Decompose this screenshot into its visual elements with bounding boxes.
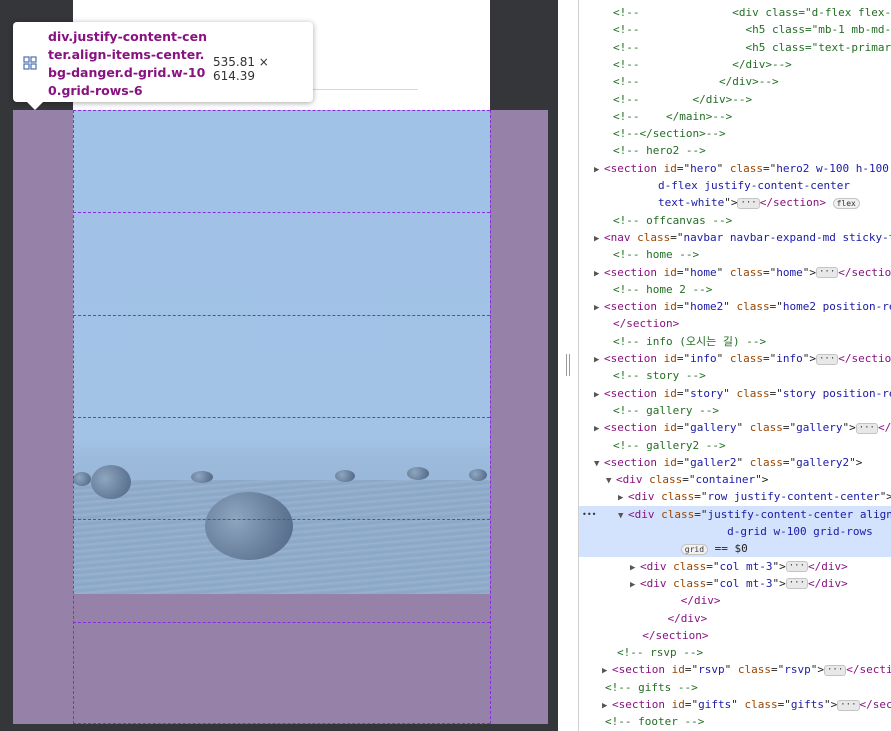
grid-icon bbox=[23, 56, 37, 70]
dom-tree-row[interactable]: <!-- story --> bbox=[579, 367, 891, 384]
dom-tree-row[interactable]: <!-- </main>--> bbox=[579, 108, 891, 125]
grid-line-horizontal bbox=[73, 110, 490, 111]
grid-line-horizontal bbox=[73, 622, 490, 623]
dom-tree-row[interactable]: <!--</section>--> bbox=[579, 125, 891, 142]
hay-bale bbox=[91, 465, 131, 499]
dom-tree-row[interactable]: <!-- gifts --> bbox=[579, 679, 891, 696]
dom-tree-row[interactable]: </section> bbox=[579, 315, 891, 332]
expand-arrow-right-icon[interactable]: ▶ bbox=[630, 560, 640, 575]
dom-tree-row[interactable]: <!-- info (오시는 길) --> bbox=[579, 333, 891, 350]
dom-tree-row[interactable]: ▶ <section id="info" class="info"> ··· </se… bbox=[579, 350, 891, 367]
dom-tree-row[interactable]: text-white"> ··· </section> flex bbox=[579, 194, 891, 211]
hay-bale bbox=[205, 492, 293, 560]
dom-tree-row[interactable]: </section> bbox=[579, 627, 891, 644]
grid-line-horizontal bbox=[73, 315, 490, 316]
expand-arrow-right-icon[interactable]: ▶ bbox=[618, 490, 628, 505]
expand-arrow-right-icon[interactable]: ▶ bbox=[602, 663, 612, 678]
dom-tree-row[interactable]: <!-- <h5 class="text-primar bbox=[579, 39, 891, 56]
expand-arrow-right-icon[interactable]: ▶ bbox=[594, 421, 604, 436]
expand-arrow-right-icon[interactable]: ▶ bbox=[594, 162, 604, 177]
dom-tree-row[interactable]: <!-- </div>--> bbox=[579, 56, 891, 73]
dom-tree-row[interactable]: grid == $0 bbox=[579, 540, 891, 558]
dom-tree-row[interactable]: </div> bbox=[579, 592, 891, 609]
dom-tree-row[interactable]: ▶ <div class="row justify-content-center"… bbox=[579, 488, 891, 505]
hay-bale bbox=[407, 467, 429, 480]
page-viewport: div.justify-content-center.align-items-c… bbox=[0, 0, 558, 731]
dom-tree-row[interactable]: <!-- footer --> bbox=[579, 713, 891, 730]
panel-splitter[interactable] bbox=[558, 0, 579, 731]
dom-tree-row[interactable]: ▶ <div class="col mt-3"> ··· </div> bbox=[579, 558, 891, 575]
dom-tree-row[interactable]: ▶ <nav class="navbar navbar-expand-md sti… bbox=[579, 229, 891, 246]
elements-panel[interactable]: <!-- <div class="d-flex flex-col <!-- <h5… bbox=[579, 0, 891, 731]
dom-tree-row[interactable]: d-grid w-100 grid-rows bbox=[579, 523, 891, 540]
expand-arrow-down-icon[interactable]: ▼ bbox=[606, 473, 616, 488]
hay-bale bbox=[469, 469, 487, 481]
dom-tree-row[interactable]: ▶ <section id="hero" class="hero2 w-100 h… bbox=[579, 160, 891, 177]
expand-arrow-right-icon[interactable]: ▶ bbox=[594, 300, 604, 315]
expand-arrow-right-icon[interactable]: ▶ bbox=[602, 698, 612, 713]
dom-tree-row[interactable]: <!-- home 2 --> bbox=[579, 281, 891, 298]
hay-bale bbox=[73, 472, 91, 486]
expand-arrow-down-icon[interactable]: ▼ bbox=[594, 456, 604, 471]
divider bbox=[303, 89, 418, 90]
dom-tree-row[interactable]: ▶ <section id="gallery" class="gallery"> ·… bbox=[579, 419, 891, 436]
dom-tree-row[interactable]: ▶ <section id="home" class="home"> ··· </se… bbox=[579, 264, 891, 281]
inspect-tooltip: div.justify-content-center.align-items-c… bbox=[13, 22, 313, 110]
expand-arrow-right-icon[interactable]: ▶ bbox=[594, 266, 604, 281]
dom-tree-row[interactable]: <!-- gallery --> bbox=[579, 402, 891, 419]
hay-bale bbox=[335, 470, 355, 482]
grid-line-horizontal bbox=[73, 723, 490, 724]
dom-tree-row[interactable]: ▶ <section id="story" class="story positi… bbox=[579, 385, 891, 402]
dom-tree-row[interactable]: d-flex justify-content-center bbox=[579, 177, 891, 194]
dom-tree-row[interactable]: <!-- <div class="d-flex flex-col bbox=[579, 4, 891, 21]
dom-tree-row[interactable]: ▶ <div class="col mt-3"> ··· </div> bbox=[579, 575, 891, 592]
expand-arrow-right-icon[interactable]: ▶ bbox=[594, 352, 604, 367]
hay-bale bbox=[191, 471, 213, 483]
grid-line-vertical bbox=[490, 110, 491, 724]
hay-field-photo bbox=[73, 110, 490, 594]
dom-tree-row[interactable]: <!-- </div>--> bbox=[579, 91, 891, 108]
expand-arrow-right-icon[interactable]: ▶ bbox=[594, 231, 604, 246]
grid-highlight-overlay bbox=[13, 110, 548, 724]
grid-line-horizontal bbox=[73, 212, 490, 213]
expand-arrow-down-icon[interactable]: ▼ bbox=[618, 508, 628, 523]
dom-tree-row[interactable]: ▶ <section id="gifts" class="gifts"> ··· </… bbox=[579, 696, 891, 713]
grid-line-horizontal bbox=[73, 519, 490, 520]
expand-arrow-right-icon[interactable]: ▶ bbox=[594, 387, 604, 402]
dom-tree-row[interactable]: <!-- offcanvas --> bbox=[579, 212, 891, 229]
dom-tree-row[interactable]: <!-- </div>--> bbox=[579, 73, 891, 90]
tooltip-dimensions: 535.81 × 614.39 bbox=[213, 55, 269, 83]
expand-arrow-right-icon[interactable]: ▶ bbox=[630, 577, 640, 592]
dom-tree-row[interactable]: ▶ <section id="rsvp" class="rsvp"> ··· </se… bbox=[579, 661, 891, 678]
dom-tree-row[interactable]: ▼ <div class="justify-content-center alig… bbox=[579, 505, 891, 523]
dom-tree-row[interactable]: <!-- rsvp --> bbox=[579, 644, 891, 661]
row-menu-icon[interactable]: ••• bbox=[582, 506, 596, 523]
dom-tree-row[interactable]: ▶ <section id="home2" class="home2 positi… bbox=[579, 298, 891, 315]
dom-tree-row[interactable]: <!-- home --> bbox=[579, 246, 891, 263]
dom-tree-row[interactable]: <!-- <h5 class="mb-1 mb-md- bbox=[579, 21, 891, 38]
dom-tree-row[interactable]: <!-- hero2 --> bbox=[579, 142, 891, 159]
dom-tree-row[interactable]: </div> bbox=[579, 610, 891, 627]
splitter-grip[interactable] bbox=[566, 354, 570, 376]
tooltip-selector: div.justify-content-center.align-items-c… bbox=[48, 29, 207, 98]
tooltip-arrow bbox=[27, 102, 43, 110]
dom-tree-row[interactable]: <!-- gallery2 --> bbox=[579, 437, 891, 454]
grid-line-horizontal bbox=[73, 417, 490, 418]
dom-tree-row[interactable]: ▼ <section id="galler2" class="gallery2"> bbox=[579, 454, 891, 471]
dom-tree-row[interactable]: ▼ <div class="container"> bbox=[579, 471, 891, 488]
